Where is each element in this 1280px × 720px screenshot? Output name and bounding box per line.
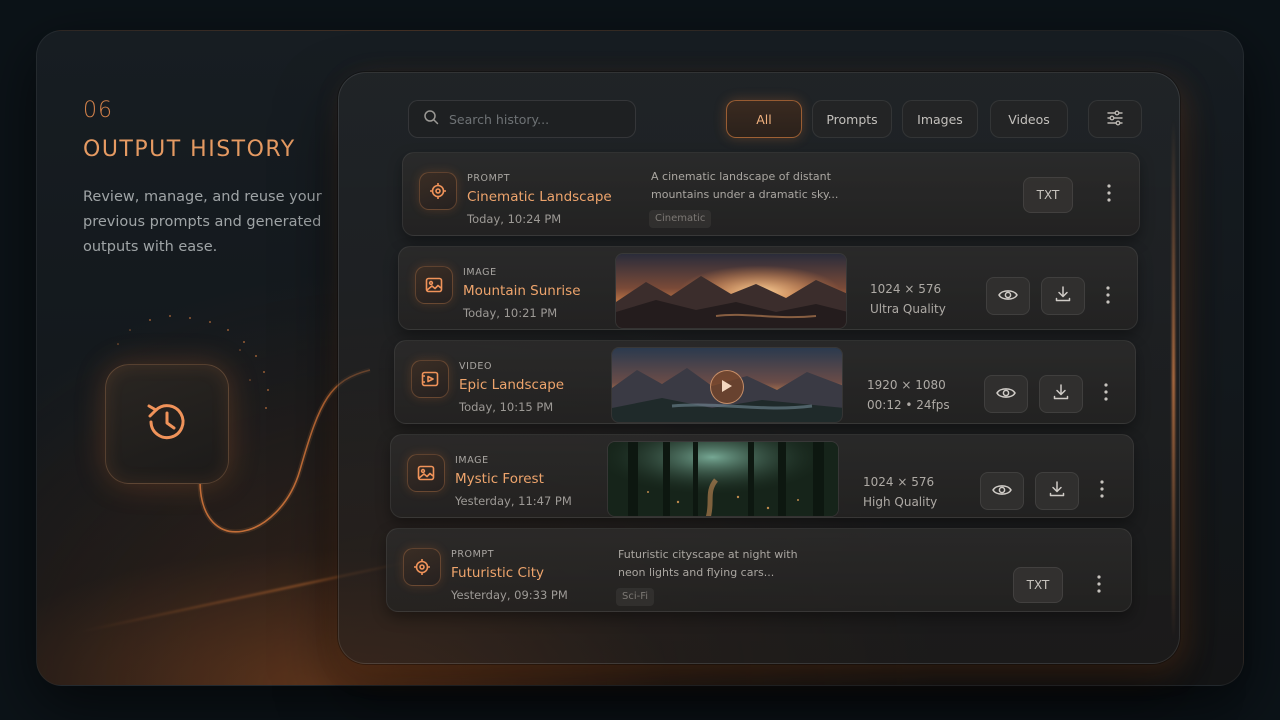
history-row[interactable]: VIDEO Epic Landscape Today, 10:15 PM 192… [394,340,1136,424]
row-type-label: PROMPT [451,549,495,560]
eye-icon [998,287,1018,306]
search-icon [423,109,439,129]
more-vertical-icon [1106,286,1110,308]
row-type-label: VIDEO [459,361,493,372]
image-type-icon [415,266,453,304]
row-timestamp: Today, 10:24 PM [467,212,562,226]
eye-icon [992,482,1012,501]
more-options-button[interactable] [1098,382,1114,406]
filter-videos-button[interactable]: Videos [990,100,1068,138]
section-description: Review, manage, and reuse your previous … [83,189,322,255]
history-clock-icon [137,392,197,456]
download-icon [1048,480,1066,502]
download-button[interactable] [1035,472,1079,510]
preview-button[interactable] [984,375,1028,413]
image-thumbnail[interactable] [607,441,839,517]
filter-prompts-button[interactable]: Prompts [812,100,892,138]
prompt-type-icon [403,548,441,586]
txt-export-button[interactable]: TXT [1013,567,1063,603]
eye-icon [996,385,1016,404]
more-vertical-icon [1100,480,1104,502]
preview-button[interactable] [986,277,1030,315]
prompt-text: A cinematic landscape of distant mountai… [651,170,839,201]
search-box[interactable] [408,100,636,138]
row-title: Epic Landscape [459,377,565,393]
filter-images-button[interactable]: Images [902,100,978,138]
section-title: OUTPUT HISTORY [83,137,296,162]
row-title: Cinematic Landscape [467,189,612,205]
history-row[interactable]: IMAGE Mountain Sunrise Today, 10:21 PM 1… [398,246,1138,330]
row-timestamp: Yesterday, 09:33 PM [451,588,568,602]
play-button[interactable] [710,370,744,404]
history-row[interactable]: IMAGE Mystic Forest Yesterday, 11:47 PM … [390,434,1134,518]
txt-export-button[interactable]: TXT [1023,177,1073,213]
row-type-label: IMAGE [455,455,489,466]
row-timestamp: Today, 10:15 PM [459,400,554,414]
play-icon [721,378,733,397]
filter-all-button[interactable]: All [726,100,802,138]
more-vertical-icon [1107,184,1111,206]
row-timestamp: Yesterday, 11:47 PM [455,494,572,508]
prompt-type-icon [419,172,457,210]
image-resolution: 1024 × 576 [870,282,942,296]
row-type-label: IMAGE [463,267,497,278]
prompt-tag: Cinematic [649,210,712,228]
history-row[interactable]: PROMPT Cinematic Landscape Today, 10:24 … [402,152,1140,236]
history-feature-tile [105,364,229,484]
download-button[interactable] [1041,277,1085,315]
image-thumbnail[interactable] [615,253,847,329]
prompt-text: Futuristic cityscape at night with neon … [618,548,798,579]
image-quality: Ultra Quality [870,302,946,316]
video-thumbnail[interactable] [611,347,843,423]
more-options-button[interactable] [1091,574,1107,598]
prompt-tag: Sci-Fi [616,588,655,606]
history-row[interactable]: PROMPT Futuristic City Yesterday, 09:33 … [386,528,1132,612]
more-vertical-icon [1097,575,1101,597]
download-icon [1054,285,1072,307]
row-title: Mystic Forest [455,471,544,487]
row-title: Mountain Sunrise [463,283,581,299]
step-number: 06 [83,98,113,123]
image-type-icon [407,454,445,492]
image-quality: High Quality [863,495,938,509]
row-timestamp: Today, 10:21 PM [463,306,558,320]
panel-edge-glow [1172,120,1175,640]
filter-settings-button[interactable] [1088,100,1142,138]
row-title: Futuristic City [451,565,544,581]
more-options-button[interactable] [1101,183,1117,207]
preview-button[interactable] [980,472,1024,510]
download-button[interactable] [1039,375,1083,413]
video-type-icon [411,360,449,398]
row-type-label: PROMPT [467,173,511,184]
more-vertical-icon [1104,383,1108,405]
more-options-button[interactable] [1094,479,1110,503]
sliders-icon [1106,109,1124,130]
search-input[interactable] [449,111,619,127]
download-icon [1052,383,1070,405]
image-resolution: 1024 × 576 [863,475,935,489]
more-options-button[interactable] [1100,285,1116,309]
video-resolution: 1920 × 1080 [867,378,946,392]
video-duration: 00:12 • 24fps [867,398,950,412]
